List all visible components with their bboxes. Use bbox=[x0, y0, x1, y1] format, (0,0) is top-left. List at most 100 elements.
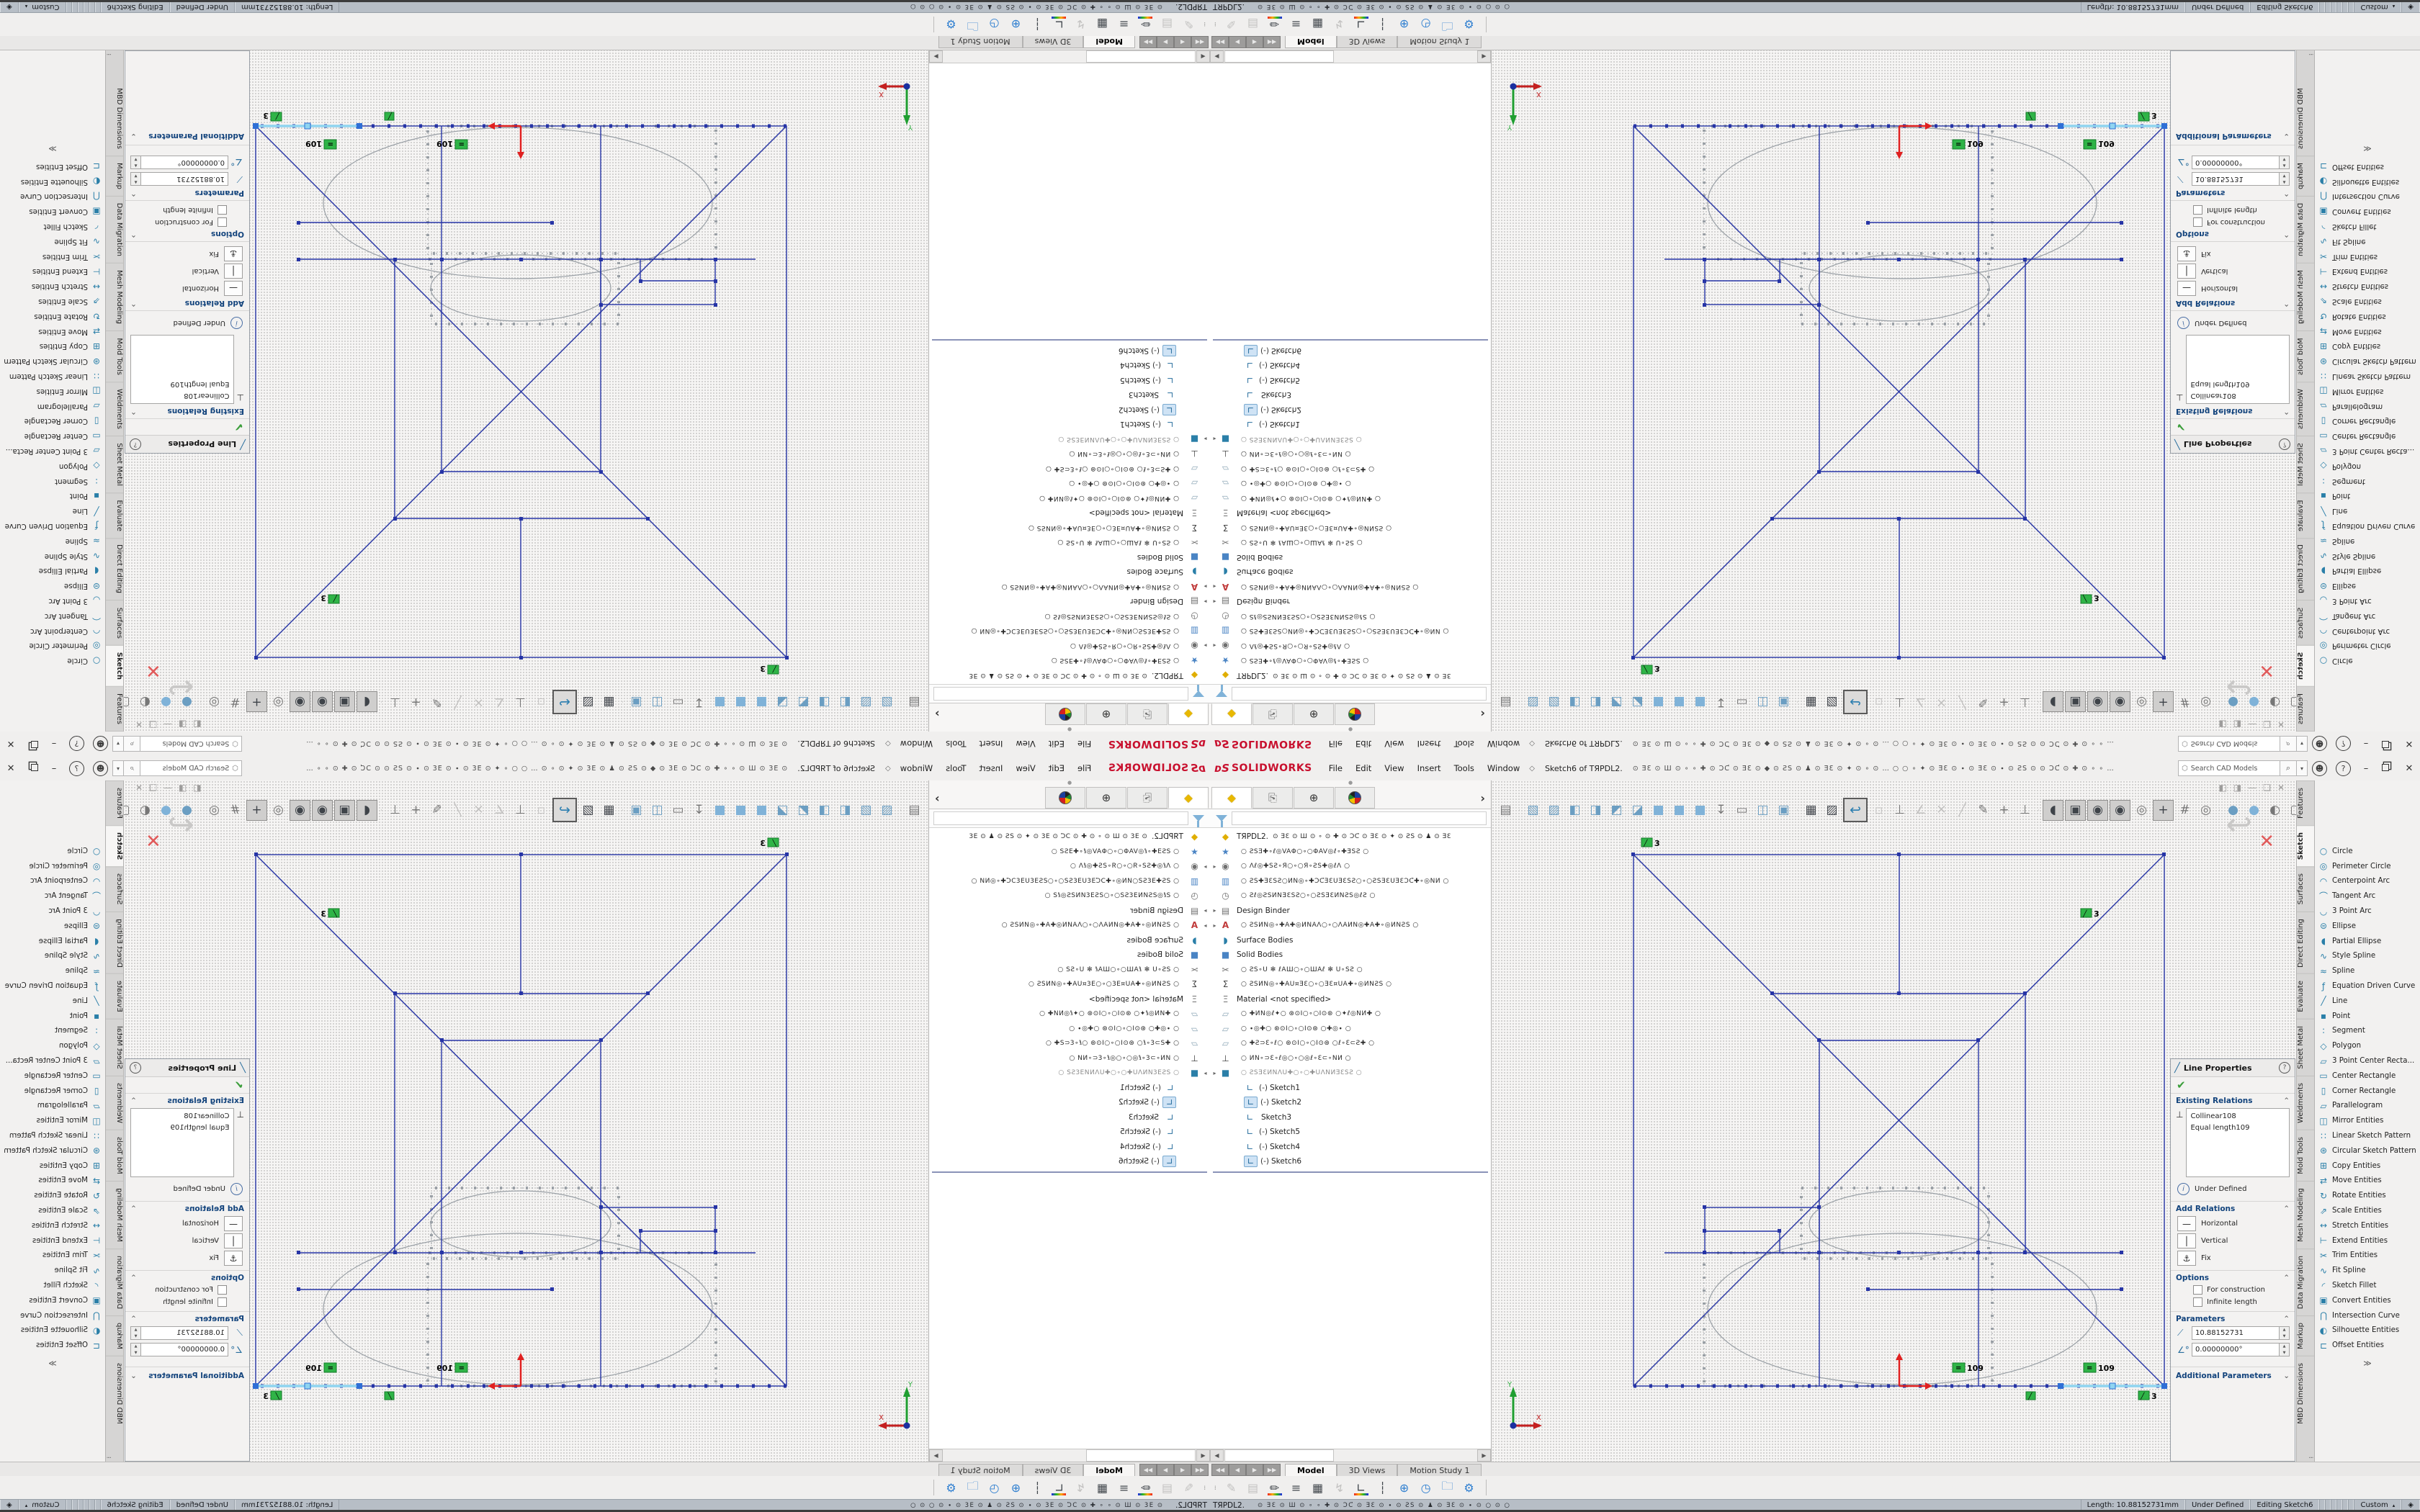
tab-configuration-manager[interactable]: ⊕ bbox=[1086, 787, 1126, 809]
toolbar-icon[interactable]: ▧ bbox=[1523, 693, 1543, 712]
toolbar-icon[interactable]: · bbox=[379, 693, 384, 712]
expand-arrow-icon[interactable]: ▸ bbox=[1201, 907, 1210, 914]
add-relation-row[interactable]: ⚓ Fix bbox=[130, 1251, 243, 1266]
tree-item[interactable]: Ξ Material <not specified> bbox=[1210, 992, 1491, 1007]
menu-item[interactable]: Insert bbox=[972, 737, 1009, 751]
help-icon[interactable]: ? bbox=[2336, 737, 2351, 752]
relation-entry[interactable]: Collinear108 bbox=[135, 1111, 230, 1122]
command-tab[interactable]: Sketch bbox=[106, 825, 123, 866]
doc-window-button[interactable]: ◨ bbox=[179, 719, 187, 729]
user-account-icon[interactable]: ☻ bbox=[93, 737, 108, 752]
add-relation-row[interactable]: │ Vertical bbox=[2177, 264, 2290, 279]
view-toolbar-icon[interactable]: ◷ bbox=[983, 1478, 1005, 1497]
command-tab[interactable]: Direct Editing bbox=[2297, 912, 2314, 974]
scroll-right-icon[interactable]: ▶ bbox=[929, 50, 943, 63]
tab-appearances[interactable] bbox=[1335, 787, 1375, 809]
add-relation-row[interactable]: ⚓ Fix bbox=[130, 246, 243, 261]
command-tab[interactable]: MBD Dimensions bbox=[106, 1356, 123, 1431]
collapse-chevron-icon[interactable]: ⌃ bbox=[130, 407, 137, 415]
view-toolbar-icon[interactable]: 🗀 bbox=[1437, 15, 1458, 34]
menu-item[interactable]: File bbox=[1071, 761, 1098, 775]
tool-item[interactable]: ≈ Spline bbox=[2315, 534, 2420, 549]
model-tab[interactable]: 3D Views bbox=[1023, 35, 1084, 48]
tree-item[interactable]: ∟ (-) Sketch1 bbox=[929, 417, 1210, 432]
tool-item[interactable]: ◜ Sketch Fillet bbox=[2315, 1278, 2420, 1293]
tree-item[interactable]: ▸ ◉ ○ Λℓ◎✚SƧ∘Я○∘○Я∘ƧS✚◎ℓΛ ○ bbox=[929, 639, 1210, 654]
relation-button-icon[interactable]: ⚓ bbox=[224, 1251, 243, 1266]
confirmation-corner[interactable]: ↩ ✕ bbox=[144, 806, 194, 857]
tree-item[interactable]: ▱ ○ ✚ИN◎ℓ✦○ ⊛⊙I○∘○I⊙⊛ ○✦ℓ◎NИ✚ ○ bbox=[929, 491, 1210, 506]
command-tab[interactable]: Mesh Modeling bbox=[106, 264, 123, 332]
sketch-lines[interactable] bbox=[256, 126, 786, 657]
tool-item[interactable]: ⋂ Intersection Curve bbox=[2315, 1308, 2420, 1323]
minimize-button[interactable]: – bbox=[2355, 739, 2377, 750]
relation-entry[interactable]: Equal length109 bbox=[135, 1122, 230, 1134]
checkbox[interactable] bbox=[218, 205, 227, 215]
tab-nav-icon[interactable]: ▶ bbox=[1246, 36, 1263, 48]
tree-item[interactable]: ▸ ■ ○ ƧSƎƐИNΛU✚○∘○✚UΛNИƎƐSƧ ○ bbox=[929, 432, 1210, 447]
relations-listbox[interactable]: Collinear108Equal length109 bbox=[130, 1108, 234, 1177]
search-dropdown[interactable]: ▾ bbox=[112, 760, 123, 776]
tree-item[interactable]: ▸ A ○ ƧSИN◎∘✚A✚◎ИNAΛ○∘○ΛAИN◎✚A✚∘◎ИNƧS ○ bbox=[929, 580, 1210, 595]
tool-item[interactable]: ▪ Point bbox=[2315, 488, 2420, 503]
spinner-control[interactable]: ▲▼ bbox=[130, 1326, 140, 1340]
toolbar-icon[interactable]: ▦ bbox=[599, 693, 619, 712]
quick-access-toolbar[interactable]: ⊙ ƎƐ ⊙ Ш ⊙ ∘ ∘ ✚ ⊙ ƆƇ ⊙ ƎƐ ⊙ ◆ ⊙ ƧS ⊙ ♟ … bbox=[1633, 740, 2178, 748]
toolbar-icon[interactable]: ■ bbox=[752, 693, 771, 712]
toolbar-icon[interactable]: ▫ bbox=[532, 693, 551, 712]
add-relation-row[interactable]: │ Vertical bbox=[130, 1233, 243, 1248]
toolbar-icon[interactable]: ◪ bbox=[773, 693, 792, 712]
selected-line[interactable] bbox=[2058, 1383, 2167, 1389]
expand-arrow-icon[interactable]: ▸ bbox=[1201, 598, 1210, 605]
ok-checkmark-button[interactable]: ✔ bbox=[125, 419, 249, 435]
toolbar-icon[interactable]: ◫ bbox=[1753, 693, 1773, 712]
scrollbar-thumb[interactable] bbox=[1086, 1449, 1196, 1462]
toolbar-icon[interactable]: ↩ bbox=[1843, 690, 1868, 714]
expand-arrow-icon[interactable]: ▸ bbox=[1210, 863, 1219, 870]
toolbar-icon[interactable]: ▧ bbox=[877, 693, 897, 712]
more-tools-chevron[interactable]: ≫ bbox=[2315, 144, 2420, 153]
tree-item[interactable]: ▸ ◉ ○ Λℓ◎✚SƧ∘Я○∘○Я∘ƧS✚◎ℓΛ ○ bbox=[929, 859, 1210, 874]
tree-item[interactable]: ∟ (-) Sketch1 bbox=[929, 1081, 1210, 1096]
tool-item[interactable]: ╱ Line bbox=[2315, 994, 2420, 1009]
command-tab[interactable]: Weldments bbox=[2297, 1076, 2314, 1130]
toolbar-icon[interactable]: ⊥ bbox=[2015, 693, 2035, 712]
toolbar-icon[interactable]: ◫ bbox=[647, 801, 667, 820]
spinner-control[interactable]: ▲▼ bbox=[130, 172, 140, 186]
tree-item[interactable]: ▸ A ○ ƧSИN◎∘✚A✚◎ИNAΛ○∘○ΛAИN◎✚A✚∘◎ИNƧS ○ bbox=[929, 918, 1210, 933]
toolbar-icon[interactable]: ✕ bbox=[1932, 693, 1951, 712]
toolbar-icon[interactable]: ◧ bbox=[1565, 693, 1585, 712]
close-button[interactable]: ✕ bbox=[0, 739, 22, 750]
relation-entry[interactable]: Equal length109 bbox=[135, 378, 230, 390]
scroll-right-icon[interactable]: ▶ bbox=[1477, 1449, 1491, 1462]
tree-item[interactable]: Σ ○ ƧSИN◎∘✚AU¤ƎƐ○∘○ƎƐ¤UA✚∘◎ИNƧS ○ bbox=[929, 521, 1210, 536]
doc-window-button[interactable]: ❏ bbox=[149, 783, 157, 793]
view-toolbar-icon[interactable]: 🗀 bbox=[962, 1478, 983, 1497]
tool-item[interactable]: ◎ Perimeter Circle bbox=[2315, 638, 2420, 653]
tree-item[interactable]: ◗ Surface Bodies bbox=[1210, 564, 1491, 580]
toolbar-icon[interactable]: ■ bbox=[1649, 693, 1668, 712]
tab-configuration-manager[interactable]: ⊕ bbox=[1086, 703, 1126, 725]
tool-item[interactable]: ↔ Stretch Entities bbox=[0, 279, 105, 294]
tool-item[interactable]: ≈ Spline bbox=[0, 534, 105, 549]
command-tab[interactable]: Mold Tools bbox=[106, 332, 123, 383]
tree-item[interactable]: ∟ (-) Sketch5 bbox=[1210, 1125, 1491, 1140]
toolbar-icon[interactable]: ▭ bbox=[668, 693, 688, 712]
sketch-lines[interactable] bbox=[1634, 855, 2164, 1386]
toolbar-icon[interactable]: # bbox=[225, 693, 245, 712]
expand-chevron-icon[interactable]: ⌄ bbox=[2283, 132, 2290, 140]
toolbar-icon[interactable]: ✕ bbox=[469, 693, 488, 712]
command-tab[interactable]: MBD Dimensions bbox=[106, 82, 123, 157]
tool-item[interactable]: ╱ Line bbox=[0, 994, 105, 1009]
toolbar-icon[interactable]: ◉ bbox=[312, 800, 333, 821]
option-row[interactable]: Infinite length bbox=[2193, 1297, 2290, 1307]
view-toolbar-icon[interactable]: ≡ bbox=[1286, 1478, 1307, 1497]
collapse-chevron-icon[interactable]: ⌃ bbox=[130, 299, 137, 307]
doc-window-button[interactable]: ❏ bbox=[2263, 719, 2271, 729]
search-dropdown[interactable]: ▾ bbox=[2297, 736, 2308, 752]
more-tools-chevron[interactable]: ≫ bbox=[2315, 1359, 2420, 1368]
toolbar-icon[interactable]: ▨ bbox=[578, 801, 598, 820]
selected-line[interactable] bbox=[2058, 123, 2167, 129]
tool-item[interactable]: ○ Circle bbox=[2315, 844, 2420, 859]
tree-item[interactable]: ▸ ■ ○ ƧSƎƐИNΛU✚○∘○✚UΛNИƎƐSƧ ○ bbox=[1210, 1066, 1491, 1081]
